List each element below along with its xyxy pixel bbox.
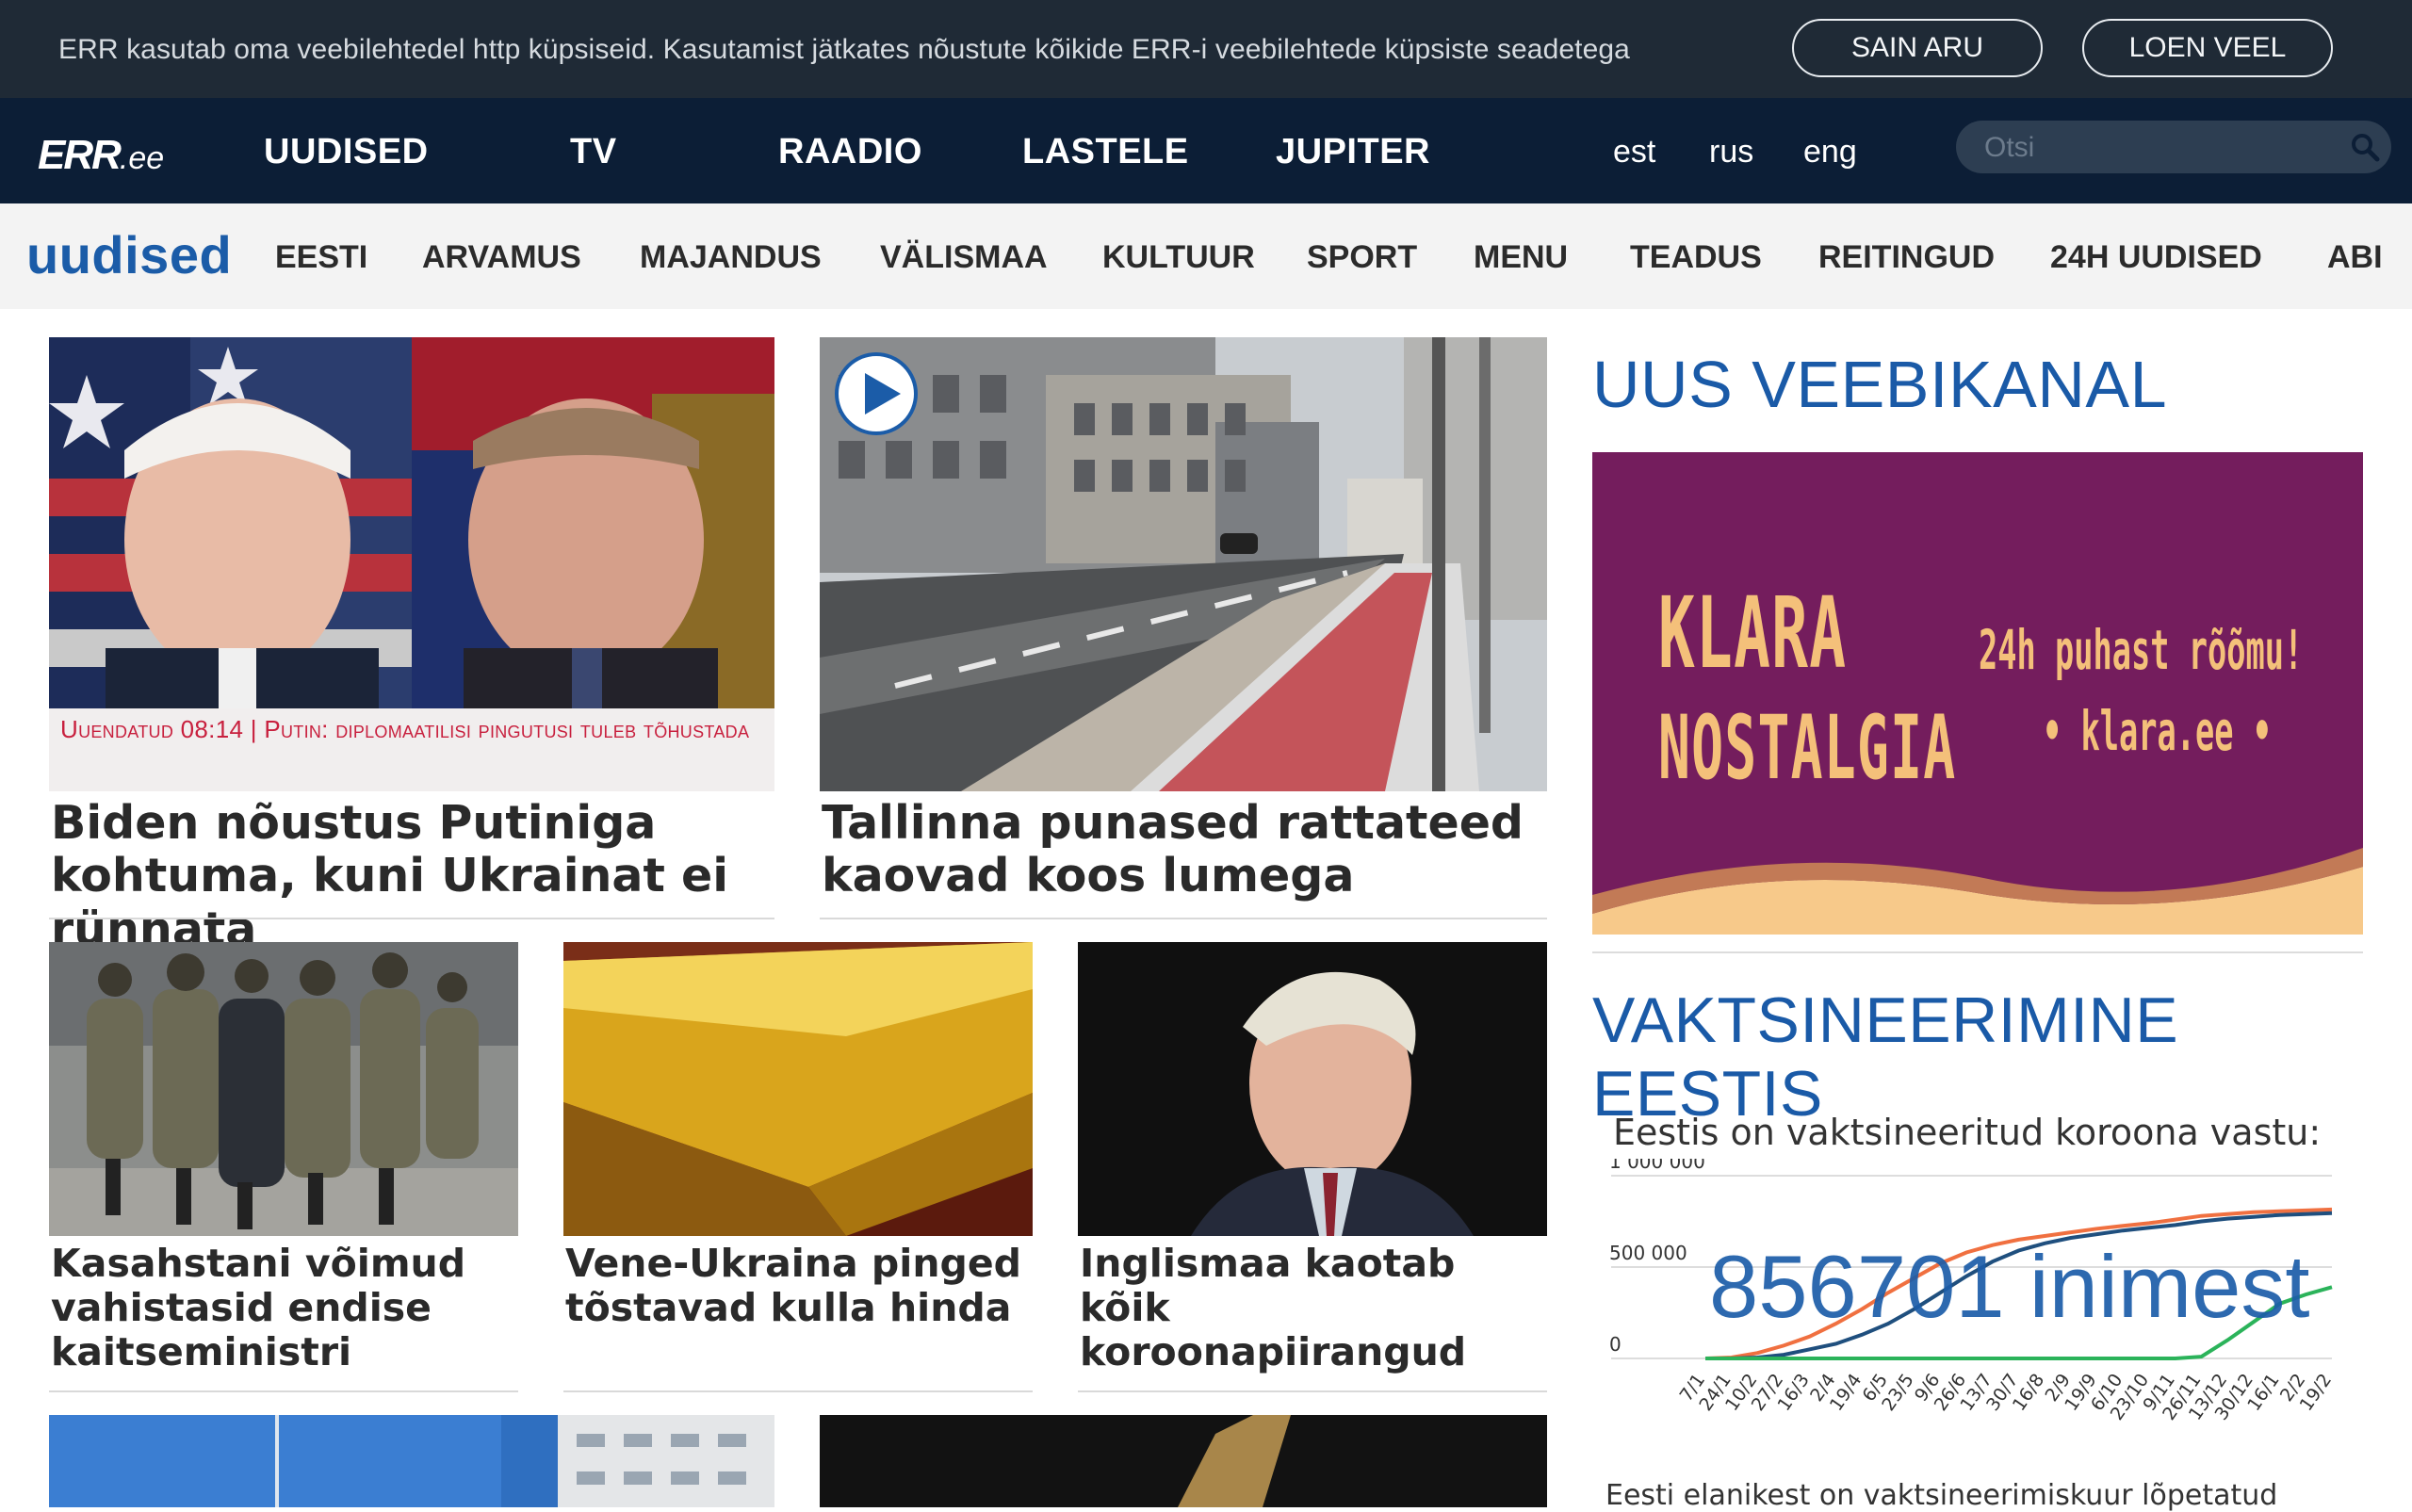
article-image-johnson bbox=[1078, 942, 1547, 1236]
section-abi[interactable]: ABI bbox=[2327, 239, 2383, 276]
section-arvamus[interactable]: ARVAMUS bbox=[422, 239, 581, 276]
article-preview-dark[interactable] bbox=[820, 1415, 1547, 1507]
language-eng[interactable]: eng bbox=[1803, 134, 1857, 171]
new-channel-heading: UUS VEEBIKANAL bbox=[1592, 348, 2167, 421]
nav-lastele[interactable]: LASTELE bbox=[1022, 132, 1189, 172]
cookie-read-more-button[interactable]: LOEN VEEL bbox=[2082, 19, 2333, 77]
article-headline[interactable]: Biden nõustus Putiniga kohtuma, kuni Ukr… bbox=[51, 796, 776, 956]
article-image-dark bbox=[820, 1415, 1547, 1507]
section-navigation: uudised EESTI ARVAMUS MAJANDUS VÄLISMAA … bbox=[0, 203, 2412, 309]
klara-nostalgia-banner[interactable]: KLARA NOSTALGIA 24h puhast rõõmu! • klar… bbox=[1592, 452, 2363, 935]
article-kazakhstan[interactable]: Kasahstani võimud vahistasid endise kait… bbox=[49, 942, 518, 1394]
section-kultuur[interactable]: KULTUUR bbox=[1102, 239, 1255, 276]
klara-wave-decoration bbox=[1592, 848, 2363, 935]
article-england-restrictions[interactable]: Inglismaa kaotab kõik koroonapiirangud bbox=[1078, 942, 1547, 1394]
vaccination-subtitle: Eestis on vaktsineeritud koroona vastu: bbox=[1613, 1112, 2322, 1153]
article-image-gold-bar bbox=[563, 942, 1033, 1236]
article-preview-building[interactable] bbox=[49, 1415, 774, 1507]
main-navigation: ERR.ee UUDISED TV RAADIO LASTELE JUPITER… bbox=[0, 98, 2412, 203]
article-divider bbox=[820, 918, 1547, 919]
nav-jupiter[interactable]: JUPITER bbox=[1276, 132, 1430, 172]
logo-err-text: ERR bbox=[38, 132, 122, 178]
sidebar-divider bbox=[1592, 951, 2363, 953]
klara-url: • klara.ee • bbox=[2043, 699, 2273, 763]
article-image-building bbox=[49, 1415, 774, 1507]
cookie-message: ERR kasutab oma veebilehtedel http küpsi… bbox=[58, 34, 1630, 65]
article-divider bbox=[49, 918, 774, 919]
vaccination-chart: 1 000 000500 00007/124/110/227/216/32/41… bbox=[1609, 1159, 2336, 1424]
article-gold[interactable]: Vene-Ukraina pinged tõstavad kulla hinda bbox=[563, 942, 1033, 1394]
vaccination-count: 856701 inimest bbox=[1709, 1237, 2310, 1336]
section-eesti[interactable]: EESTI bbox=[275, 239, 367, 276]
vaccination-widget[interactable]: Eestis on vaktsineeritud koroona vastu: … bbox=[1592, 1093, 2363, 1512]
klara-slogan: 24h puhast rõõmu! bbox=[1979, 618, 2304, 682]
chart-y-tick-label: 1 000 000 bbox=[1609, 1159, 1705, 1173]
article-image-tallinn-street bbox=[820, 337, 1547, 791]
section-sport[interactable]: SPORT bbox=[1307, 239, 1417, 276]
klara-title-line2: NOSTALGIA bbox=[1658, 697, 1957, 800]
article-divider bbox=[49, 1390, 518, 1392]
play-icon[interactable] bbox=[833, 350, 920, 437]
err-logo[interactable]: ERR.ee bbox=[38, 132, 164, 179]
section-menu[interactable]: MENU bbox=[1474, 239, 1568, 276]
article-divider bbox=[1078, 1390, 1547, 1392]
search-box bbox=[1956, 121, 2391, 173]
nav-tv[interactable]: TV bbox=[570, 132, 617, 172]
section-teadus[interactable]: TEADUS bbox=[1630, 239, 1762, 276]
search-input[interactable] bbox=[1982, 126, 2335, 170]
article-headline[interactable]: Kasahstani võimud vahistasid endise kait… bbox=[51, 1241, 520, 1374]
article-headline[interactable]: Tallinna punased rattateed kaovad koos l… bbox=[822, 796, 1547, 903]
article-tallinn-bike-lanes[interactable]: Tallinna punased rattateed kaovad koos l… bbox=[820, 337, 1547, 921]
article-image-biden-putin bbox=[49, 337, 774, 708]
article-headline[interactable]: Inglismaa kaotab kõik koroonapiirangud bbox=[1080, 1241, 1549, 1374]
nav-uudised[interactable]: UUDISED bbox=[264, 132, 429, 172]
article-headline[interactable]: Vene-Ukraina pinged tõstavad kulla hinda bbox=[565, 1241, 1035, 1330]
article-image-soldiers bbox=[49, 942, 518, 1236]
article-biden-putin[interactable]: Uuendatud 08:14 | Putin: diplomaatilisi … bbox=[49, 337, 774, 955]
cookie-accept-button[interactable]: SAIN ARU bbox=[1792, 19, 2043, 77]
chart-y-tick-label: 500 000 bbox=[1609, 1242, 1687, 1264]
update-banner: Uuendatud 08:14 | Putin: diplomaatilisi … bbox=[49, 708, 774, 791]
klara-title-line1: KLARA bbox=[1658, 576, 1848, 691]
section-title[interactable]: uudised bbox=[26, 224, 232, 285]
logo-ee-text: .ee bbox=[119, 140, 165, 176]
article-divider bbox=[563, 1390, 1033, 1392]
chart-y-tick-label: 0 bbox=[1609, 1333, 1622, 1356]
cookie-bar: ERR kasutab oma veebilehtedel http küpsi… bbox=[0, 0, 2412, 98]
language-rus[interactable]: rus bbox=[1709, 134, 1753, 171]
section-valismaa[interactable]: VÄLISMAA bbox=[880, 239, 1048, 276]
section-majandus[interactable]: MAJANDUS bbox=[640, 239, 822, 276]
language-est[interactable]: est bbox=[1613, 134, 1655, 171]
section-reitingud[interactable]: REITINGUD bbox=[1818, 239, 1995, 276]
search-icon[interactable] bbox=[2348, 130, 2382, 164]
nav-raadio[interactable]: RAADIO bbox=[778, 132, 922, 172]
section-24h-uudised[interactable]: 24H UUDISED bbox=[2050, 239, 2262, 276]
